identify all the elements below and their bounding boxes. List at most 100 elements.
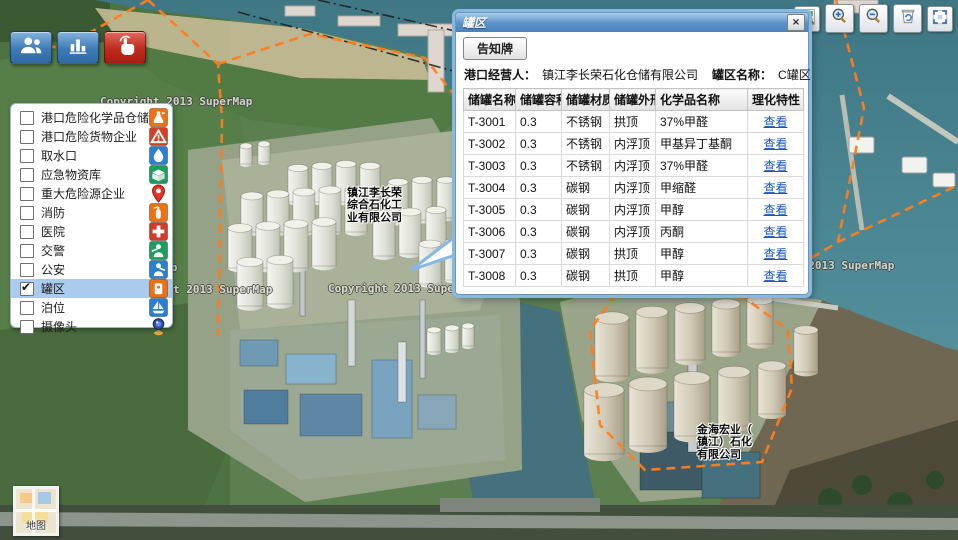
tank-cell: T-3008 [464, 265, 516, 287]
layer-label: 重大危险源企业 [41, 185, 149, 202]
close-icon[interactable]: × [787, 14, 805, 31]
checkbox-tank-area[interactable] [20, 282, 34, 296]
tank-cell: T-3005 [464, 199, 516, 221]
layer-item-water-intake[interactable]: 取水口 [11, 146, 172, 165]
tank-cell: 不锈钢 [562, 111, 610, 133]
trash-icon [898, 6, 918, 31]
checkbox-port-danger-goods[interactable] [20, 130, 34, 144]
medical-cross-icon [149, 222, 168, 241]
tank-cell: 碳钢 [562, 265, 610, 287]
table-header: 储罐外形 [610, 89, 656, 111]
tank-table-row: T-30020.3不锈钢内浮顶甲基异丁基酮查看 [464, 133, 804, 155]
tank-cell: T-3004 [464, 177, 516, 199]
table-header: 储罐容积 [516, 89, 562, 111]
touch-icon [112, 33, 138, 62]
company-label: 镇江李长荣 综合石化工 业有限公司 [347, 187, 402, 224]
tank-cell: 0.3 [516, 243, 562, 265]
stats-button[interactable] [57, 31, 99, 64]
view-link[interactable]: 查看 [763, 159, 787, 173]
checkbox-emergency-supplies[interactable] [20, 168, 34, 182]
tank-cell: 不锈钢 [562, 155, 610, 177]
view-link[interactable]: 查看 [763, 115, 787, 129]
layer-label: 交警 [41, 242, 149, 259]
tank-table-row: T-30030.3不锈钢内浮顶37%甲醛查看 [464, 155, 804, 177]
layer-item-tank-area[interactable]: 罐区 [11, 279, 172, 298]
users-button[interactable] [10, 31, 52, 64]
view-cell: 查看 [748, 155, 804, 177]
view-link[interactable]: 查看 [763, 181, 787, 195]
bar-chart-icon [65, 34, 91, 61]
checkbox-traffic-police[interactable] [20, 244, 34, 258]
tank-cell: 拱顶 [610, 243, 656, 265]
map-controls [794, 4, 953, 33]
layer-item-major-hazard[interactable]: 重大危险源企业 [11, 184, 172, 203]
clear-button[interactable] [893, 4, 922, 33]
view-link[interactable]: 查看 [763, 137, 787, 151]
tank-cell: 内浮顶 [610, 133, 656, 155]
view-link[interactable]: 查看 [763, 203, 787, 217]
tank-cell: 甲醇 [656, 199, 748, 221]
checkbox-fire-service[interactable] [20, 206, 34, 220]
view-link[interactable]: 查看 [763, 225, 787, 239]
tank-table: 储罐名称 储罐容积 储罐材质 储罐外形 化学品名称 理化特性 T-30010.3… [463, 88, 804, 287]
touch-mode-button[interactable] [104, 31, 146, 64]
layer-item-hospital[interactable]: 医院 [11, 222, 172, 241]
checkbox-major-hazard[interactable] [20, 187, 34, 201]
checkbox-port-chem-storage[interactable] [20, 111, 34, 125]
tank-area-name-value: C罐区 [778, 66, 811, 83]
tank-area-name-label: 罐区名称： [712, 66, 772, 83]
layer-item-port-danger-goods[interactable]: 港口危险货物企业 [11, 127, 172, 146]
minimap-toggle[interactable]: 地图 [13, 486, 59, 536]
tank-cell: 0.3 [516, 265, 562, 287]
layer-label: 港口危险货物企业 [41, 128, 149, 145]
tank-table-row: T-30040.3碳钢内浮顶甲缩醛查看 [464, 177, 804, 199]
checkbox-berth[interactable] [20, 301, 34, 315]
checkbox-camera[interactable] [20, 320, 34, 334]
checkbox-public-security[interactable] [20, 263, 34, 277]
tank-cell: 内浮顶 [610, 155, 656, 177]
tank-cell: 37%甲醛 [656, 111, 748, 133]
tank-cell: 0.3 [516, 199, 562, 221]
view-cell: 查看 [748, 243, 804, 265]
dialog-titlebar[interactable]: 罐区 × [456, 13, 808, 32]
dialog-info-line: 港口经营人： 镇江李长荣石化仓储有限公司 罐区名称： C罐区 [464, 66, 800, 83]
view-cell: 查看 [748, 265, 804, 287]
layer-label: 医院 [41, 223, 149, 240]
view-link[interactable]: 查看 [763, 269, 787, 283]
tank-cell: 甲缩醛 [656, 177, 748, 199]
tank-cell: 0.3 [516, 111, 562, 133]
layer-label: 公安 [41, 261, 149, 278]
checkbox-water-intake[interactable] [20, 149, 34, 163]
layer-item-emergency-supplies[interactable]: 应急物资库 [11, 165, 172, 184]
tank-cell: T-3001 [464, 111, 516, 133]
zoom-out-button[interactable] [859, 4, 888, 33]
fire-extinguisher-icon [149, 203, 168, 222]
checkbox-hospital[interactable] [20, 225, 34, 239]
layer-item-traffic-police[interactable]: 交警 [11, 241, 172, 260]
supplies-box-icon [149, 165, 168, 184]
layer-item-port-chem-storage[interactable]: 港口危险化学品仓储设施 [11, 108, 172, 127]
layer-label: 应急物资库 [41, 166, 149, 183]
tank-cell: 碳钢 [562, 243, 610, 265]
layer-item-public-security[interactable]: 公安 [11, 260, 172, 279]
notice-board-button[interactable]: 告知牌 [463, 37, 527, 60]
minimap-label: 地图 [16, 517, 56, 532]
zoom-in-button[interactable] [825, 4, 854, 33]
layer-label: 港口危险化学品仓储设施 [41, 109, 149, 126]
layer-item-berth[interactable]: 泊位 [11, 298, 172, 317]
tank-cell: 碳钢 [562, 177, 610, 199]
tank-cell: T-3002 [464, 133, 516, 155]
view-link[interactable]: 查看 [763, 247, 787, 261]
layer-item-camera[interactable]: 摄像头 [11, 317, 172, 336]
layer-panel: 港口危险化学品仓储设施港口危险货物企业取水口应急物资库重大危险源企业 消防医院交… [10, 103, 173, 328]
warning-triangle-icon [149, 127, 168, 146]
operator-label: 港口经营人： [464, 66, 536, 83]
traffic-police-icon [149, 241, 168, 260]
tank-table-row: T-30050.3碳钢内浮顶甲醇查看 [464, 199, 804, 221]
dialog-body: 告知牌 港口经营人： 镇江李长荣石化仓储有限公司 罐区名称： C罐区 储罐名称 … [456, 32, 808, 294]
layer-item-fire-service[interactable]: 消防 [11, 203, 172, 222]
table-header: 化学品名称 [656, 89, 748, 111]
tank-cell: 碳钢 [562, 221, 610, 243]
tank-cell: 丙酮 [656, 221, 748, 243]
full-extent-button[interactable] [927, 6, 953, 32]
